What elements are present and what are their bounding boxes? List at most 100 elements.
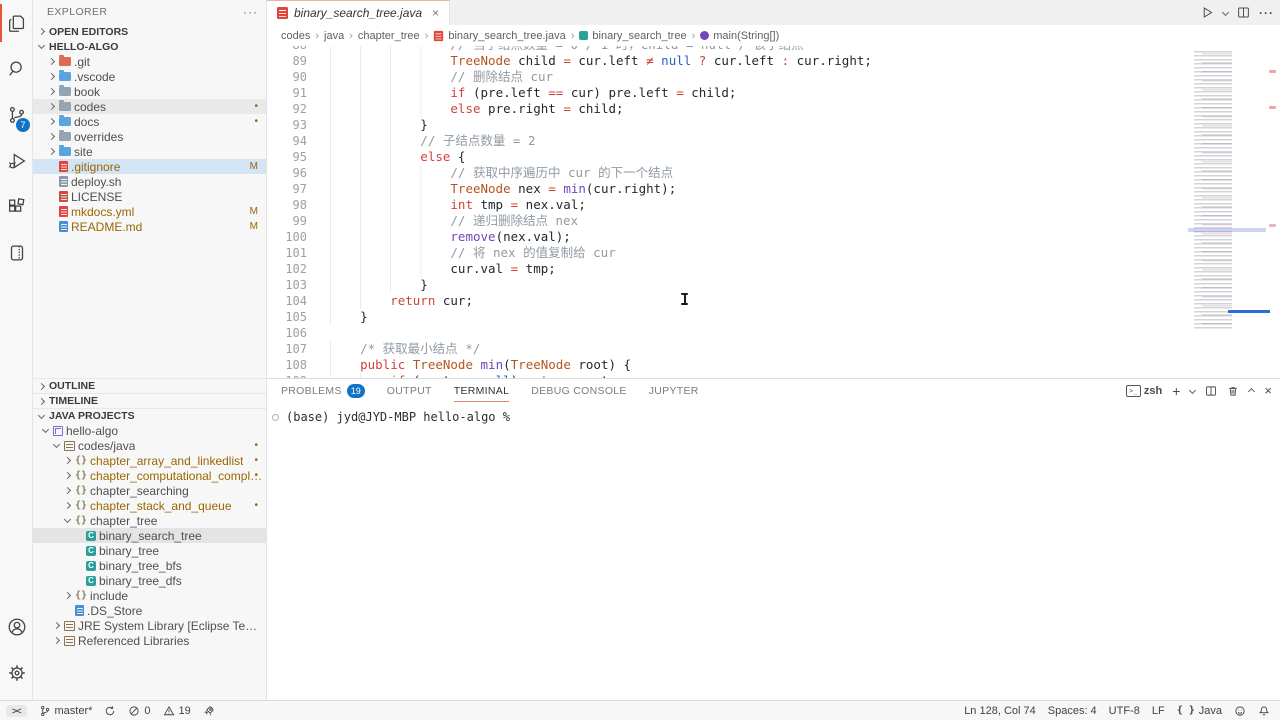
settings-gear-icon[interactable]	[0, 650, 33, 696]
tree-item-book[interactable]: book	[33, 84, 266, 99]
more-actions-icon[interactable]: ···	[1259, 6, 1274, 20]
tree-item-referenced-libraries[interactable]: Referenced Libraries	[33, 633, 266, 648]
tree-item-deploy-sh[interactable]: deploy.sh	[33, 174, 266, 189]
breadcrumb-item-chapter-tree[interactable]: chapter_tree	[358, 30, 420, 42]
chevron-right-icon[interactable]	[64, 502, 71, 509]
panel-tab-problems[interactable]: PROBLEMS19	[281, 379, 365, 402]
explorer-more-actions[interactable]: ···	[243, 5, 258, 19]
code-line[interactable]: 91if (pre.left == cur) pre.left = child;	[267, 85, 1188, 101]
code-line[interactable]: 100remove(nex.val);	[267, 229, 1188, 245]
split-editor-icon[interactable]	[1237, 6, 1250, 19]
open-editors-section[interactable]: OPEN EDITORS	[33, 24, 266, 39]
code-line[interactable]: 94// 子结点数量 = 2	[267, 133, 1188, 149]
terminal-output[interactable]: (base) jyd@JYD-MBP hello-algo %	[267, 402, 1280, 424]
kill-terminal-icon[interactable]	[1227, 385, 1239, 397]
tree-item-codes[interactable]: codes•	[33, 99, 266, 114]
chevron-down-icon[interactable]	[64, 516, 71, 523]
tree-item-binary-tree-dfs[interactable]: Cbinary_tree_dfs	[33, 573, 266, 588]
tree-item-binary-tree-bfs[interactable]: Cbinary_tree_bfs	[33, 558, 266, 573]
chevron-right-icon[interactable]	[48, 118, 55, 125]
tree-item--gitignore[interactable]: .gitignoreM	[33, 159, 266, 174]
status-item-bell[interactable]	[1258, 705, 1270, 717]
chevron-right-icon[interactable]	[48, 103, 55, 110]
tree-item-docs[interactable]: docs•	[33, 114, 266, 129]
maximize-panel-icon[interactable]	[1249, 387, 1254, 394]
status-item-braces[interactable]: { }Java	[1177, 705, 1222, 717]
code-line[interactable]: 92else pre.right = child;	[267, 101, 1188, 117]
run-debug-icon[interactable]	[0, 138, 33, 184]
tree-item--ds-store[interactable]: .DS_Store	[33, 603, 266, 618]
shell-selector[interactable]: >_ zsh	[1126, 385, 1162, 397]
code-line[interactable]: 108public TreeNode min(TreeNode root) {	[267, 357, 1188, 373]
breadcrumb-item-main-string-[interactable]: main(String[])	[700, 30, 779, 42]
code-line[interactable]: 99// 递归删除结点 nex	[267, 213, 1188, 229]
explorer-icon[interactable]	[0, 0, 33, 46]
code-line[interactable]: 103}	[267, 277, 1188, 293]
run-button[interactable]	[1201, 6, 1214, 19]
extensions-icon[interactable]	[0, 184, 33, 230]
split-terminal-icon[interactable]	[1205, 385, 1217, 397]
chevron-right-icon[interactable]	[48, 58, 55, 65]
breadcrumb-item-binary-search-tree-java[interactable]: binary_search_tree.java	[433, 30, 565, 42]
tree-item-include[interactable]: {}include	[33, 588, 266, 603]
tree-item-chapter-tree[interactable]: {}chapter_tree	[33, 513, 266, 528]
panel-tab-jupyter[interactable]: JUPYTER	[649, 379, 699, 402]
tree-item-binary-search-tree[interactable]: Cbinary_search_tree	[33, 528, 266, 543]
notebook-icon[interactable]	[0, 230, 33, 276]
tree-item-mkdocs-yml[interactable]: mkdocs.ymlM	[33, 204, 266, 219]
panel-tab-output[interactable]: OUTPUT	[387, 379, 432, 402]
status-item-ln-128-col-74[interactable]: Ln 128, Col 74	[964, 705, 1036, 717]
tree-item-binary-tree[interactable]: Cbinary_tree	[33, 543, 266, 558]
chevron-down-icon[interactable]	[42, 426, 49, 433]
status-item-lf[interactable]: LF	[1152, 705, 1165, 717]
tree-item-license[interactable]: LICENSE	[33, 189, 266, 204]
account-icon[interactable]	[0, 604, 33, 650]
tab-binary-search-tree[interactable]: binary_search_tree.java ×	[267, 0, 450, 25]
tree-item-hello-algo[interactable]: hello-algo	[33, 423, 266, 438]
status-item-rocket[interactable]	[203, 705, 215, 717]
status-item-spaces-4[interactable]: Spaces: 4	[1048, 705, 1097, 717]
status-item-branch[interactable]: master*	[39, 705, 93, 717]
code-line[interactable]: 90// 删除结点 cur	[267, 69, 1188, 85]
tree-item-jre-system-library-eclipse-temurin-17-17-[interactable]: JRE System Library [Eclipse Temurin 17 […	[33, 618, 266, 633]
status-item-sync[interactable]	[104, 705, 116, 717]
run-dropdown-icon[interactable]	[1223, 10, 1228, 15]
code-line[interactable]: 98int tmp = nex.val;	[267, 197, 1188, 213]
panel-tab-terminal[interactable]: TERMINAL	[454, 379, 510, 402]
chevron-right-icon[interactable]	[53, 637, 60, 644]
code-line[interactable]: 101// 将 nex 的值复制给 cur	[267, 245, 1188, 261]
java-projects-section[interactable]: JAVA PROJECTS	[33, 408, 266, 423]
panel-tab-debug-console[interactable]: DEBUG CONSOLE	[531, 379, 627, 402]
timeline-section[interactable]: TIMELINE	[33, 393, 266, 408]
code-line[interactable]: 102cur.val = tmp;	[267, 261, 1188, 277]
minimap[interactable]	[1188, 46, 1266, 378]
new-terminal-icon[interactable]: +	[1172, 383, 1180, 399]
code-line[interactable]: 95else {	[267, 149, 1188, 165]
tree-item--git[interactable]: .git	[33, 54, 266, 69]
code-line[interactable]: 96// 获取中序遍历中 cur 的下一个结点	[267, 165, 1188, 181]
code-line[interactable]: 93}	[267, 117, 1188, 133]
chevron-right-icon[interactable]	[48, 73, 55, 80]
code-editor[interactable]: 88// 当子结点数量 = 0 / 1 时，child = null / 该子结…	[267, 46, 1280, 378]
code-line[interactable]: 89TreeNode child = cur.left ≠ null ? cur…	[267, 53, 1188, 69]
status-item-feedback[interactable]	[1234, 705, 1246, 717]
tree-item--vscode[interactable]: .vscode	[33, 69, 266, 84]
code-line[interactable]: 104return cur;	[267, 293, 1188, 309]
tree-item-overrides[interactable]: overrides	[33, 129, 266, 144]
source-control-icon[interactable]: 7	[0, 92, 33, 138]
chevron-right-icon[interactable]	[64, 472, 71, 479]
chevron-right-icon[interactable]	[48, 148, 55, 155]
chevron-right-icon[interactable]	[64, 592, 71, 599]
code-line[interactable]: 105}	[267, 309, 1188, 325]
status-item-remote[interactable]: ><	[6, 705, 27, 717]
tree-item-site[interactable]: site	[33, 144, 266, 159]
project-root-section[interactable]: HELLO-ALGO	[33, 39, 266, 54]
code-line[interactable]: 97TreeNode nex = min(cur.right);	[267, 181, 1188, 197]
tree-item-codes-java[interactable]: codes/java•	[33, 438, 266, 453]
tree-item-chapter-array-and-linkedlist[interactable]: {}chapter_array_and_linkedlist•	[33, 453, 266, 468]
chevron-right-icon[interactable]	[64, 457, 71, 464]
status-item-warning[interactable]: 19	[163, 705, 191, 717]
chevron-down-icon[interactable]	[53, 441, 60, 448]
outline-section[interactable]: OUTLINE	[33, 378, 266, 393]
code-line[interactable]: 88// 当子结点数量 = 0 / 1 时，child = null / 该子结…	[267, 46, 1188, 53]
